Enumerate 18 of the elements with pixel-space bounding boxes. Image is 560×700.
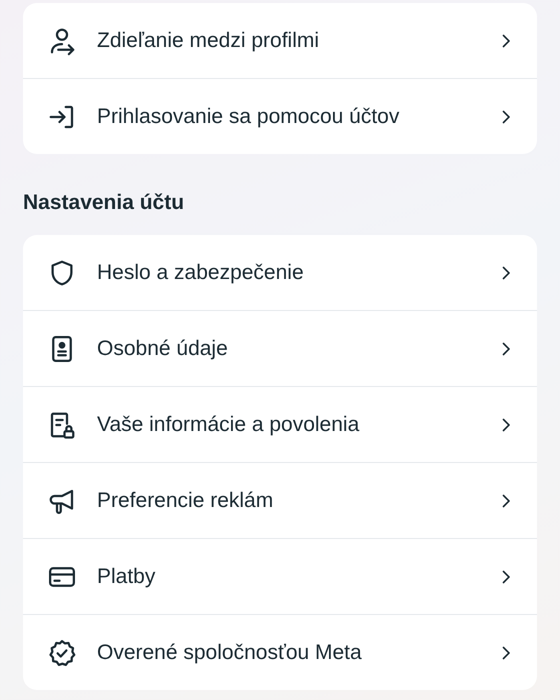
- settings-row[interactable]: Overené spoločnosťou Meta: [23, 615, 537, 690]
- settings-row[interactable]: Vaše informácie a povolenia: [23, 387, 537, 463]
- menu-item-label: Zdieľanie medzi profilmi: [97, 28, 320, 52]
- settings-row[interactable]: Preferencie reklám: [23, 463, 537, 539]
- menu-item-label: Heslo a zabezpečenie: [97, 260, 305, 284]
- section-heading: Nastavenia účtu: [23, 191, 186, 215]
- verified-badge-icon: [47, 638, 77, 668]
- menu-item-label: Preferencie reklám: [97, 488, 274, 512]
- settings-row[interactable]: Platby: [23, 539, 537, 615]
- settings-row[interactable]: Prihlasovanie sa pomocou účtov: [23, 79, 537, 154]
- menu-item-label: Vaše informácie a povolenia: [97, 412, 360, 436]
- settings-row[interactable]: Heslo a zabezpečenie: [23, 235, 537, 311]
- settings-row[interactable]: Zdieľanie medzi profilmi: [23, 3, 537, 79]
- menu-item-label: Prihlasovanie sa pomocou účtov: [97, 104, 400, 128]
- settings-row[interactable]: Osobné údaje: [23, 311, 537, 387]
- menu-item-label: Overené spoločnosťou Meta: [97, 640, 363, 664]
- menu-item-label: Platby: [97, 564, 156, 588]
- menu-item-label: Osobné údaje: [97, 336, 229, 360]
